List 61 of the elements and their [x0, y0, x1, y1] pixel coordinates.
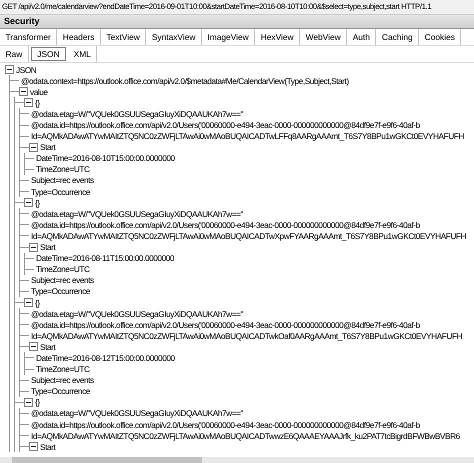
tree-node-label[interactable]: Id=AQMkADAwATYwMAItZTQ5NC0zZWFjLTAwAi0wMAoBUQAICADTwXpwFYAARgAAAmt_T6S7Y8BPu1wGKCt0EVYHAFUFH	[29, 230, 466, 241]
tree-node-label[interactable]: DateTime=2016-08-11T15:00:00.0000000	[34, 253, 174, 264]
collapse-icon[interactable]	[5, 65, 14, 74]
collapse-icon[interactable]	[24, 398, 33, 407]
tree-node-label[interactable]: @odata.etag=W/"VQUek0GSUUSegaGIuyXiDQAAUKAh7w=="	[29, 408, 243, 418]
tree-node-label[interactable]: DateTime=2016-08-12T15:00:00.0000000	[34, 352, 175, 363]
tree-node-label[interactable]: Type=Occurrence	[29, 386, 90, 396]
tree-node-label[interactable]: @odata.etag=W/"VQUek0GSUUSegaGIuyXiDQAAUKAh7w=="	[29, 108, 243, 119]
collapse-icon[interactable]	[19, 87, 28, 96]
tree-node-label[interactable]: Start	[38, 142, 56, 152]
tree-node-label[interactable]: Id=AQMkADAwATYwMAItZTQ5NC0zZWFjLTAwAi0wMAoBUQAICADTwwzE6QAAAEYAAAJrfk_ku2PAT7tcBigrdBFWBwBVBR6	[29, 430, 460, 441]
tree-node-label[interactable]: Start	[38, 342, 56, 352]
tree-node-label[interactable]: TimeZone=UTC	[34, 264, 90, 274]
tree-node-label[interactable]: {}	[33, 298, 40, 308]
collapse-icon[interactable]	[24, 98, 33, 108]
scrollbar-thumb[interactable]	[12, 457, 202, 463]
tab[interactable]: Auth	[347, 29, 376, 45]
tree-node-label[interactable]: value	[28, 86, 48, 97]
tree-node-label[interactable]: {}	[33, 198, 40, 208]
tree-node-label[interactable]: @odata.context=https://outlook.office.com/api/v2.0/$metadata#Me/CalendarView(Type,Subject,Start)	[19, 76, 349, 86]
section-header: Security	[0, 15, 474, 29]
collapse-icon[interactable]	[29, 142, 38, 152]
tree-node-label[interactable]: Subject=rec events	[29, 175, 94, 186]
tree-node-label[interactable]: @odata.id=https://outlook.office.com/api/v2.0/Users('00060000-e494-3eac-0000-000000000000@84df9e7f-e9f6-40af-b	[29, 220, 420, 230]
tab[interactable]: WebView	[300, 29, 348, 45]
tree-node-label[interactable]: Type=Occurrence	[29, 286, 90, 296]
tab[interactable]: JSON	[30, 47, 66, 61]
tree-node-label[interactable]: @odata.etag=W/"VQUek0GSUUSegaGIuyXiDQAAUKAh7w=="	[29, 208, 243, 219]
collapse-icon[interactable]	[24, 198, 33, 208]
horizontal-scrollbar[interactable]	[0, 457, 474, 463]
tree-node-label[interactable]: TimeZone=UTC	[34, 164, 90, 174]
collapse-icon[interactable]	[29, 442, 38, 452]
tree-node-label[interactable]: {}	[33, 98, 40, 108]
tree-node-label[interactable]: Subject=rec events	[29, 375, 94, 386]
tree-node-label[interactable]: Start	[38, 242, 56, 252]
tree-node-label[interactable]: Id=AQMkADAwATYwMAItZTQ5NC0zZWFjLTAwAi0wMAoBUQAICADTwLFFq8AARgAAAmt_T6S7Y8BPu1wGKCt0EVYHAFUFH	[29, 131, 464, 142]
tree-node-label[interactable]: TimeZone=UTC	[34, 364, 90, 374]
tree-node-label[interactable]: @odata.id=https://outlook.office.com/api/v2.0/Users('00060000-e494-3eac-0000-000000000000@84df9e7f-e9f6-40af-b	[29, 120, 420, 130]
tab[interactable]: Caching	[376, 29, 420, 45]
tree-node-label[interactable]: Subject=rec events	[29, 275, 94, 286]
tab[interactable]: Raw	[0, 46, 29, 62]
tree-node-label[interactable]: Start	[38, 442, 56, 452]
collapse-icon[interactable]	[29, 342, 38, 352]
tab[interactable]: HexView	[255, 29, 300, 45]
tab[interactable]: Transformer	[0, 29, 58, 45]
tab[interactable]: Headers	[57, 29, 101, 45]
tree-node-label[interactable]: @odata.id=https://outlook.office.com/api/v2.0/Users('00060000-e494-3eac-0000-000000000000@84df9e7f-e9f6-40af-b	[29, 420, 420, 430]
tree-node-label[interactable]: Id=AQMkADAwATYwMAItZTQ5NC0zZWFjLTAwAi0wMAoBUQAICADTwkOaf0AARgAAAmt_T6S7Y8BPu1wGKCt0EVYHAFUFH	[29, 330, 462, 341]
tree-node-label[interactable]: JSON	[14, 64, 36, 75]
tree-node-label[interactable]: @odata.etag=W/"VQUek0GSUUSegaGIuyXiDQAAUKAh7w=="	[29, 308, 243, 319]
tree-node-label[interactable]: Type=Occurrence	[29, 186, 90, 197]
tree-node-label[interactable]: DateTime=2016-08-10T15:00:00.0000000	[34, 153, 175, 164]
tab[interactable]: XML	[68, 46, 98, 62]
collapse-icon[interactable]	[29, 242, 38, 252]
tab[interactable]: Cookies	[419, 29, 462, 45]
tab[interactable]: TextView	[100, 29, 146, 45]
tree-node-label[interactable]: {}	[33, 397, 40, 408]
collapse-icon[interactable]	[24, 298, 33, 308]
tab[interactable]: ImageView	[202, 29, 256, 45]
tree-node-label[interactable]: @odata.id=https://outlook.office.com/api/v2.0/Users('00060000-e494-3eac-0000-000000000000@84df9e7f-e9f6-40af-b	[29, 320, 420, 330]
tab[interactable]: SyntaxView	[146, 29, 202, 45]
